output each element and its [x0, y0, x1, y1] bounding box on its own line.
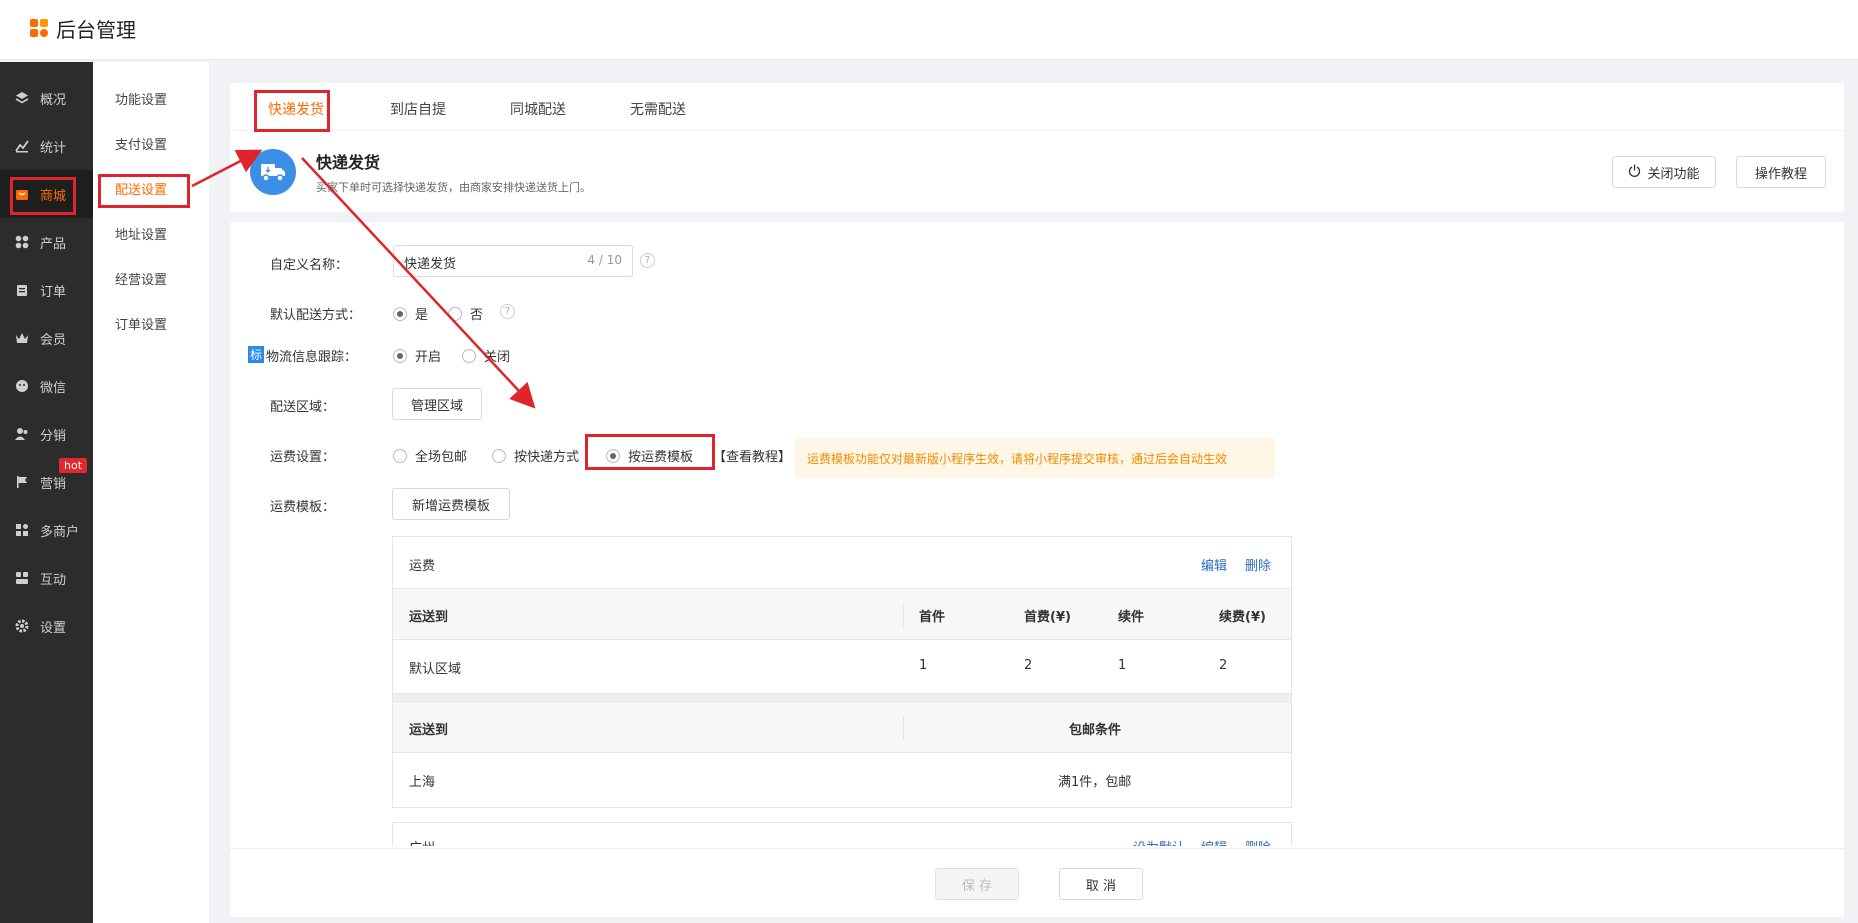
annotation-arrows: [191, 149, 536, 409]
